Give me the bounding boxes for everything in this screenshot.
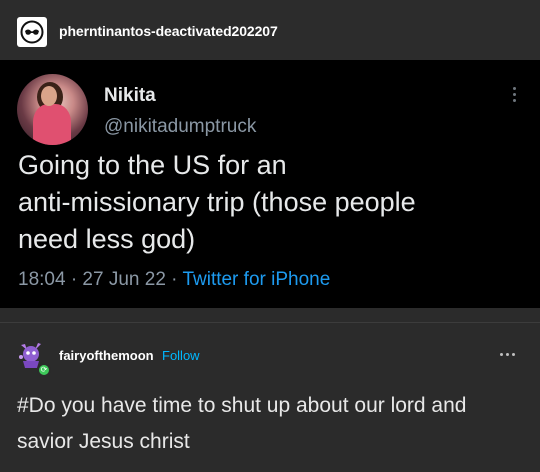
vertical-ellipsis-icon	[506, 84, 522, 108]
tweet-author-handle: @nikitadumptruck	[104, 116, 257, 137]
avatar[interactable]	[17, 74, 88, 145]
reblogger-avatar[interactable]	[17, 17, 47, 47]
horizontal-ellipsis-icon[interactable]	[500, 353, 520, 359]
embedded-tweet: Nikita @nikitadumptruck Going to the US …	[0, 60, 540, 308]
tweet-text: Going to the US for an anti-missionary t…	[18, 150, 416, 254]
tweet-timestamp: 18:04 · 27 Jun 22 ·	[18, 269, 183, 290]
reblog-header: pherntinantos-deactivated202207	[0, 0, 540, 60]
post-container: pherntinantos-deactivated202207 Nikita @…	[0, 0, 540, 472]
post-username[interactable]: fairyofthemoon	[59, 348, 154, 363]
tweet-author-name: Nikita	[104, 85, 156, 106]
post-text: #Do you have time to shut up about our l…	[17, 394, 467, 453]
reblogger-username[interactable]: pherntinantos-deactivated202207	[59, 23, 278, 39]
reblog-icon: ⟳	[37, 363, 51, 377]
tweet-meta: 18:04 · 27 Jun 22 · Twitter for iPhone	[18, 269, 330, 291]
avatar[interactable]: ⟳	[17, 341, 51, 377]
glasses-logo-icon	[20, 20, 44, 44]
tweet-source-link: Twitter for iPhone	[182, 269, 331, 290]
follow-button[interactable]: Follow	[162, 348, 200, 363]
reblog-post: ⟳ fairyofthemoon Follow #Do you have tim…	[0, 323, 540, 472]
